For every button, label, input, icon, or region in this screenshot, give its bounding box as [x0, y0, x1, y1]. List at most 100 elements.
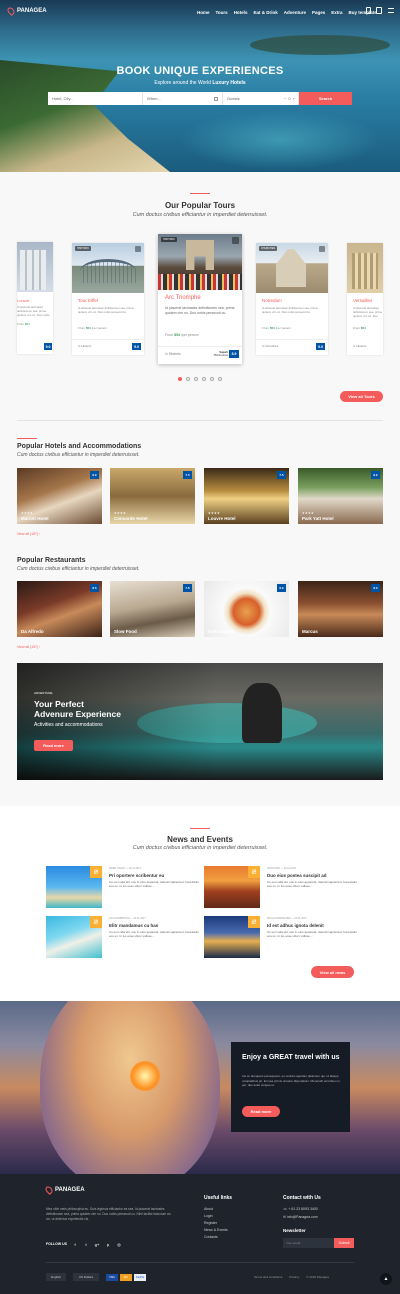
adventure-title: Your Perfect Advenure Experience: [34, 699, 121, 720]
hotel-name[interactable]: Mariott Hotel: [21, 516, 49, 521]
restaurant-card[interactable]: 8.0 Marcus: [298, 581, 383, 637]
carousel-dot[interactable]: [194, 377, 198, 381]
instagram-icon[interactable]: ◎: [116, 1241, 122, 1247]
wishlist-icon[interactable]: [232, 237, 239, 244]
hotel-name[interactable]: Park Yatt Hotel: [302, 516, 334, 521]
promo-title: Enjoy a GREAT travel with us: [242, 1054, 340, 1061]
tour-name[interactable]: Arc Triomphe: [165, 295, 201, 301]
tour-card[interactable]: HISTORIC Tour Eiffel Id placerat tacimat…: [72, 243, 144, 355]
carousel-dot[interactable]: [210, 377, 214, 381]
contact-email[interactable]: ✉ info@Panagea.com: [283, 1215, 318, 1219]
hotel-name[interactable]: Concorde Hotel: [114, 516, 148, 521]
hotel-score: 7.5: [277, 471, 286, 479]
adventure-kicker: ADVENTURE: [34, 691, 53, 695]
tour-card[interactable]: Versailles Id placerat tacimates definit…: [347, 243, 383, 355]
nav-tours[interactable]: Tours: [216, 10, 228, 15]
restaurant-name[interactable]: Slow Food: [114, 629, 137, 634]
news-headline[interactable]: Pri oportere scribentur eu: [109, 873, 164, 878]
facebook-icon[interactable]: f: [72, 1241, 78, 1247]
nav-eat-drink[interactable]: Eat & Drink: [253, 10, 277, 15]
login-icon[interactable]: [376, 7, 382, 14]
twitter-icon[interactable]: t: [83, 1241, 89, 1247]
tour-name[interactable]: Louvre: [17, 298, 29, 303]
cart-icon[interactable]: [366, 7, 371, 14]
hotel-card[interactable]: 8.9 ★★★★ Mariott Hotel: [17, 468, 102, 524]
pinterest-icon[interactable]: p: [105, 1241, 111, 1247]
nav-adventure[interactable]: Adventure: [284, 10, 306, 15]
contact-phone[interactable]: ☏ + 61 23 8093 3400: [283, 1207, 318, 1211]
news-item[interactable]: 28 Dec LUCA ROBINSON — 20.11.2017 Elitr m…: [46, 916, 206, 958]
tour-card-featured[interactable]: HISTORIC Arc Triomphe Id placerat tacima…: [158, 234, 242, 364]
back-to-top-button[interactable]: ▲: [380, 1273, 392, 1285]
view-all-news-button[interactable]: View all news: [311, 966, 354, 978]
footer-link-about[interactable]: About: [204, 1207, 228, 1211]
newsletter-submit-button[interactable]: Submit: [334, 1238, 354, 1248]
footer-link-contacts[interactable]: Contacts: [204, 1235, 228, 1239]
plus-icon[interactable]: +: [293, 96, 295, 101]
carousel-dot[interactable]: [218, 377, 222, 381]
nav-extra[interactable]: Extra: [331, 10, 342, 15]
wishlist-icon[interactable]: [319, 246, 325, 252]
tour-card[interactable]: CHURCHES Notredam Id placerat tacimates …: [256, 243, 328, 355]
carousel-dot[interactable]: [178, 377, 182, 381]
restaurant-name[interactable]: Marcus: [302, 629, 318, 634]
restaurant-card[interactable]: 8.9 Bella Napoli: [204, 581, 289, 637]
tour-category: ⊙ Churches: [262, 344, 279, 348]
restaurant-name[interactable]: Da Alfredo: [21, 629, 44, 634]
logo[interactable]: PANAGEA: [6, 6, 47, 16]
footer-link-login[interactable]: Login: [204, 1214, 228, 1218]
tour-description: Id placerat tacimates definitionem sea, …: [165, 306, 235, 315]
search-button[interactable]: Search: [299, 92, 352, 105]
tour-name[interactable]: Versailles: [353, 298, 372, 303]
restaurants-view-all-link[interactable]: View all (157) ›: [17, 645, 40, 649]
tour-name[interactable]: Notredam: [262, 298, 282, 303]
google-plus-icon[interactable]: g+: [94, 1241, 100, 1247]
hotel-card[interactable]: 8.9 ★★★★ Park Yatt Hotel: [298, 468, 383, 524]
news-item[interactable]: 28 Dec MARK TWAIN — 20.11.2017 Pri oporte…: [46, 866, 206, 908]
date-input[interactable]: When...: [143, 92, 223, 105]
carousel-dot[interactable]: [202, 377, 206, 381]
tour-name[interactable]: Tour Eiffel: [78, 298, 98, 303]
mail-icon: ✉: [283, 1215, 286, 1219]
footer-link-register[interactable]: Register: [204, 1221, 228, 1225]
carousel-dot[interactable]: [186, 377, 190, 381]
guests-stepper[interactable]: Guests −0 +: [223, 92, 299, 105]
hotel-card[interactable]: 7.5 ★★★★ Louvre Hotel: [204, 468, 289, 524]
footer-link-news[interactable]: News & Events: [204, 1228, 228, 1232]
newsletter-email-input[interactable]: Your email: [283, 1238, 334, 1248]
section-divider: [190, 193, 210, 194]
privacy-link[interactable]: Privacy: [289, 1275, 299, 1279]
wishlist-icon[interactable]: [135, 246, 141, 252]
restaurant-card[interactable]: 8.5 Da Alfredo: [17, 581, 102, 637]
restaurant-name[interactable]: Bella Napoli: [208, 629, 234, 634]
promo-read-more-button[interactable]: Read more: [242, 1106, 280, 1117]
news-headline[interactable]: Elitr mandamus cu has: [109, 923, 158, 928]
hotels-view-all-link[interactable]: View all (157) ›: [17, 532, 40, 536]
news-item[interactable]: 28 Dec PAULA RODRIGUEZ — 20.11.2017 Id es…: [204, 916, 364, 958]
visa-icon: VISA: [106, 1274, 118, 1281]
promo-box: Enjoy a GREAT travel with us Ius cu tamq…: [231, 1042, 350, 1132]
nav-hotels[interactable]: Hotels: [234, 10, 248, 15]
view-all-tours-button[interactable]: View all Tours: [340, 391, 383, 402]
menu-icon[interactable]: [388, 8, 394, 13]
hotel-score: 8.9: [371, 471, 380, 479]
restaurant-card[interactable]: 7.8 Slow Food: [110, 581, 195, 637]
tours-title: Our Popular Tours: [164, 201, 236, 210]
adventure-read-more-button[interactable]: Read more: [34, 740, 73, 751]
date-badge: 28 Dec: [248, 866, 260, 878]
news-headline[interactable]: Duo eius postea suscipit ad: [267, 873, 327, 878]
hotel-card[interactable]: 7.0 ★★★★ Concorde Hotel: [110, 468, 195, 524]
hotel-name[interactable]: Louvre Hotel: [208, 516, 236, 521]
footer-logo[interactable]: PANAGEA: [44, 1185, 85, 1195]
city-input[interactable]: Hotel, City...: [48, 92, 143, 105]
terms-link[interactable]: Terms and conditions: [254, 1275, 282, 1279]
nav-home[interactable]: Home: [197, 10, 210, 15]
tour-card[interactable]: Louvre Id placerat tacimates definitione…: [17, 242, 53, 354]
minus-icon[interactable]: −: [284, 96, 286, 101]
nav-buy-template[interactable]: Buy template: [349, 10, 377, 15]
nav-pages[interactable]: Pages: [312, 10, 325, 15]
news-item[interactable]: 28 Dec JHON DOE — 20.11.2017 Duo eius pos…: [204, 866, 364, 908]
news-headline[interactable]: Id est adhuc ignota delenit: [267, 923, 324, 928]
language-select[interactable]: English: [46, 1273, 66, 1281]
currency-select[interactable]: US Dollars: [73, 1273, 99, 1281]
